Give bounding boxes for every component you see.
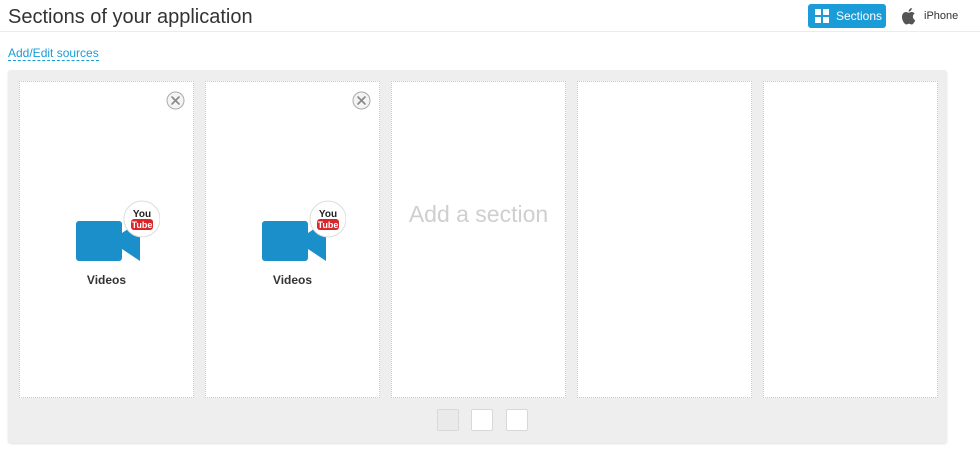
page-indicator-2[interactable]	[471, 409, 493, 431]
section-slot[interactable]: You Tube Videos	[205, 81, 380, 398]
svg-text:You: You	[133, 209, 151, 220]
iphone-button-label: iPhone	[924, 10, 959, 22]
section-label: Videos	[272, 273, 313, 287]
section-label: Videos	[86, 273, 127, 287]
close-icon[interactable]	[352, 91, 371, 110]
sections-button-label: Sections	[836, 9, 883, 23]
sections-board: You Tube Videos You Tube Videos Add a se…	[8, 70, 947, 443]
close-icon[interactable]	[166, 91, 185, 110]
page-title: Sections of your application	[8, 6, 253, 28]
add-section-slot[interactable]: Add a section	[391, 81, 566, 398]
youtube-video-camera-icon: You Tube	[76, 200, 160, 261]
add-section-placeholder: Add a section	[408, 201, 549, 227]
page-indicator-1[interactable]	[437, 409, 459, 431]
svg-text:Tube: Tube	[318, 220, 339, 230]
svg-text:Tube: Tube	[132, 220, 153, 230]
svg-text:You: You	[319, 209, 337, 220]
apple-icon	[901, 8, 916, 25]
header-bar: Sections of your application Sections iP…	[0, 0, 980, 32]
empty-section-slot	[763, 81, 938, 398]
sections-button[interactable]: Sections	[808, 4, 886, 28]
iphone-button[interactable]: iPhone	[896, 4, 966, 28]
grid-icon	[815, 9, 829, 23]
empty-section-slot	[577, 81, 752, 398]
page-indicator-3[interactable]	[506, 409, 528, 431]
section-slot[interactable]: You Tube Videos	[19, 81, 194, 398]
youtube-video-camera-icon: You Tube	[262, 200, 346, 261]
add-edit-sources-link[interactable]: Add/Edit sources	[8, 46, 99, 61]
